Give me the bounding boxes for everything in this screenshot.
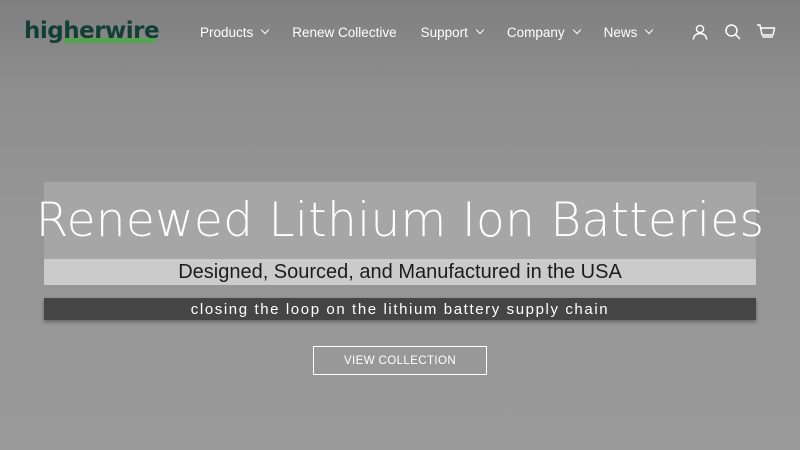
nav-item-support[interactable]: Support [409, 17, 495, 47]
account-icon [692, 24, 708, 40]
chevron-down-icon [261, 25, 270, 35]
chevron-down-icon [572, 25, 581, 35]
chevron-down-icon [645, 25, 654, 35]
cart-button[interactable] [754, 20, 778, 44]
main-nav: Products Renew Collective Support Compan… [188, 0, 664, 64]
tagline-banner: closing the loop on the lithium battery … [44, 298, 756, 320]
hero-section: higherwire Products Renew Collective Sup… [0, 0, 800, 450]
hero-headline: Renewed Lithium Ion Batteries [35, 193, 765, 248]
site-header: higherwire Products Renew Collective Sup… [0, 0, 800, 64]
hero-subheadline: Designed, Sourced, and Manufactured in t… [178, 261, 622, 283]
search-button[interactable] [721, 20, 745, 44]
nav-item-label: Support [420, 24, 468, 40]
nav-item-label: Products [200, 24, 254, 40]
nav-item-renew-collective[interactable]: Renew Collective [280, 17, 408, 47]
nav-item-company[interactable]: Company [495, 17, 592, 47]
site-logo[interactable]: higherwire [24, 16, 160, 50]
headline-banner: Renewed Lithium Ion Batteries [36, 182, 764, 259]
chevron-down-icon [475, 25, 485, 35]
header-icons [679, 20, 778, 44]
view-collection-button[interactable]: VIEW COLLECTION [313, 346, 487, 375]
cart-icon [757, 24, 776, 38]
nav-item-label: Company [506, 24, 565, 40]
subheadline-banner: Designed, Sourced, and Manufactured in t… [44, 259, 756, 285]
logo-tagline-graphic [64, 38, 156, 43]
account-button[interactable] [688, 20, 712, 44]
hero-tagline: closing the loop on the lithium battery … [190, 300, 610, 318]
nav-item-products[interactable]: Products [188, 17, 280, 47]
nav-item-label: Renew Collective [292, 24, 397, 40]
search-icon [725, 24, 741, 40]
nav-item-news[interactable]: News [592, 17, 665, 47]
nav-item-label: News [603, 24, 638, 40]
